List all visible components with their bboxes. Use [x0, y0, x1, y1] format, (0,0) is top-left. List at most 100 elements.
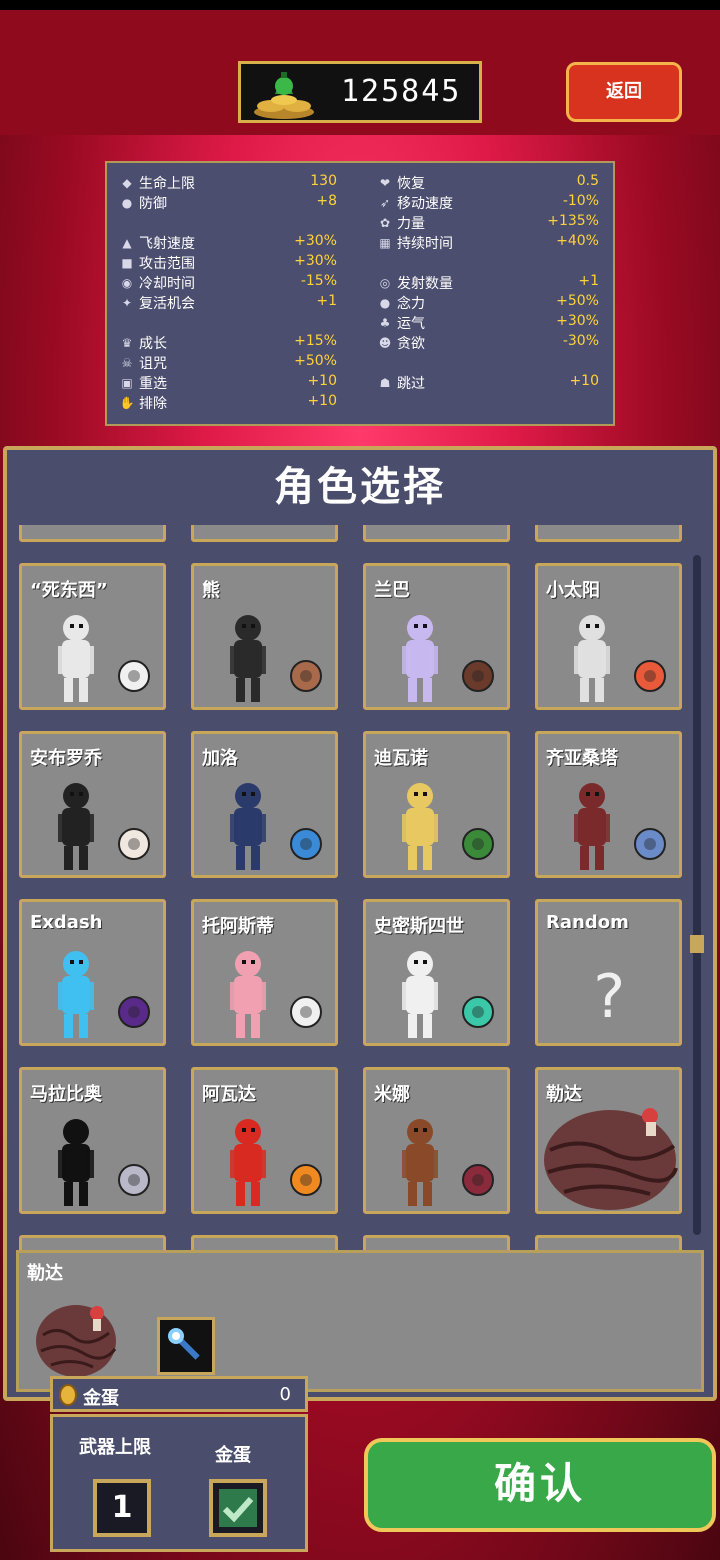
character-card[interactable]: Exdash — [19, 899, 166, 1046]
stat-value: -30% — [562, 333, 599, 349]
character-card-partial[interactable] — [19, 525, 166, 542]
character-card-partial[interactable] — [191, 1235, 338, 1250]
character-card[interactable]: 兰巴 — [363, 563, 510, 710]
coin-amount: 125845 — [341, 74, 462, 109]
bard-sprite-icon — [574, 783, 610, 870]
confirm-button[interactable]: 确认 — [364, 1438, 716, 1532]
stat-row: ● 防御 +8 — [119, 193, 337, 213]
character-card[interactable]: 米娜 — [363, 1067, 510, 1214]
knives-icon — [118, 1164, 150, 1196]
character-card[interactable]: 安布罗乔 — [19, 731, 166, 878]
character-card[interactable]: 马拉比奥 — [19, 1067, 166, 1214]
skeleton-sprite-icon — [58, 615, 94, 702]
whip-icon — [462, 1164, 494, 1196]
witch-hat-icon — [118, 996, 150, 1028]
stat-row: ✿ 力量 +135% — [377, 213, 599, 233]
stat-label: 成长 — [139, 336, 167, 352]
stat-value: +30% — [556, 313, 599, 329]
character-name: “死东西” — [30, 580, 108, 601]
character-card[interactable]: 迪瓦诺 — [363, 731, 510, 878]
stat-row: ✋ 排除 +10 — [119, 393, 337, 413]
bird-icon — [290, 996, 322, 1028]
character-name: 齐亚桑塔 — [546, 748, 618, 769]
stat-label: 念力 — [397, 296, 425, 312]
stat-value: +30% — [294, 233, 337, 249]
stat-label: 防御 — [139, 196, 167, 212]
currency-display: 125845 — [238, 61, 482, 123]
stat-label: 运气 — [397, 316, 425, 332]
crown-icon: ♛ — [121, 336, 133, 350]
scrollbar-track[interactable] — [693, 555, 701, 1235]
character-card[interactable]: Random? — [535, 899, 682, 1046]
stat-row: ➶ 移动速度 -10% — [377, 193, 599, 213]
skip-icon: ☗ — [379, 376, 391, 390]
character-card[interactable]: 史密斯四世 — [363, 899, 510, 1046]
magic-wand-icon — [157, 1317, 215, 1375]
stat-label: 冷却时间 — [139, 276, 195, 292]
character-name: Random — [546, 912, 629, 933]
stat-value: +8 — [316, 193, 337, 209]
heart-icon: ◆ — [122, 176, 132, 190]
character-card[interactable]: “死东西” — [19, 563, 166, 710]
stat-label: 飞射速度 — [139, 236, 195, 252]
stat-label: 持续时间 — [397, 236, 453, 252]
stat-value: +10 — [569, 373, 599, 389]
fire-icon — [290, 1164, 322, 1196]
character-card[interactable]: 小太阳 — [535, 563, 682, 710]
character-card[interactable]: 熊 — [191, 563, 338, 710]
tiragisu-icon: ✦ — [121, 296, 133, 310]
character-grid[interactable]: “死东西” 熊 兰巴 小太阳 安布罗乔 加洛 迪瓦诺 齐亚桑塔 Exdash 托阿斯蒂 史密斯四世 R… — [16, 525, 688, 1250]
character-name: 马拉比奥 — [30, 1084, 102, 1105]
golden-egg-checkbox[interactable] — [209, 1479, 267, 1537]
character-name: 安布罗乔 — [30, 748, 102, 769]
weapon-limit-value[interactable]: 1 — [93, 1479, 151, 1537]
character-card[interactable]: 勒达 — [535, 1067, 682, 1214]
golden-egg-label: 金蛋 — [83, 1388, 119, 1409]
character-card[interactable]: 阿瓦达 — [191, 1067, 338, 1214]
golden-egg-option-label: 金蛋 — [215, 1445, 251, 1466]
character-name: Exdash — [30, 912, 103, 933]
character-card-partial[interactable] — [363, 525, 510, 542]
character-card[interactable]: 加洛 — [191, 731, 338, 878]
brain-blob-sprite-icon — [544, 1108, 678, 1210]
panel-title: 角色选择 — [274, 464, 446, 510]
stat-value: +50% — [556, 293, 599, 309]
scrollbar-thumb[interactable] — [690, 935, 704, 953]
white-ghost-sprite-icon — [402, 951, 438, 1038]
brain-blob-sprite-icon — [36, 1305, 117, 1377]
stat-row: ◉ 冷却时间 -15% — [119, 273, 337, 293]
hand-icon: ✋ — [119, 396, 135, 410]
stat-row: ■ 攻击范围 +30% — [119, 253, 337, 273]
wings-icon: ➶ — [379, 196, 391, 210]
stat-value: +50% — [294, 353, 337, 369]
character-card[interactable]: 齐亚桑塔 — [535, 731, 682, 878]
character-card[interactable]: 托阿斯蒂 — [191, 899, 338, 1046]
stat-value: 130 — [310, 173, 337, 189]
gauntlet-icon: ▲ — [122, 236, 132, 250]
stat-label: 攻击范围 — [139, 256, 195, 272]
flower-icon — [634, 660, 666, 692]
character-card-partial[interactable] — [19, 1235, 166, 1250]
stat-label: 排除 — [139, 396, 167, 412]
stat-row: ♛ 成长 +15% — [119, 333, 337, 353]
stat-label: 复活机会 — [139, 296, 195, 312]
back-button[interactable]: 返回 — [566, 62, 682, 122]
character-card-partial[interactable] — [535, 525, 682, 542]
golden-egg-icon — [59, 1384, 77, 1406]
stat-label: 跳过 — [397, 376, 425, 392]
panda-sprite-icon — [230, 615, 266, 702]
stat-value: -15% — [300, 273, 337, 289]
character-card-partial[interactable] — [191, 525, 338, 542]
wheel-icon — [462, 660, 494, 692]
stat-label: 诅咒 — [139, 356, 167, 372]
question-mark-icon: ? — [590, 962, 627, 1032]
character-card-partial[interactable] — [535, 1235, 682, 1250]
character-card-partial[interactable] — [363, 1235, 510, 1250]
stats-panel: ◆ 生命上限 130 ● 防御 +8 ▲ 飞射速度 +30% ■ 攻击范围 +30% ◉ 冷却时间 -15%… — [105, 161, 615, 426]
stat-label: 贪欲 — [397, 336, 425, 352]
stat-label: 发射数量 — [397, 276, 453, 292]
weapon-limit-label: 武器上限 — [79, 1437, 151, 1458]
stat-label: 生命上限 — [139, 176, 195, 192]
stat-label: 力量 — [397, 216, 425, 232]
egg-icon — [118, 828, 150, 860]
